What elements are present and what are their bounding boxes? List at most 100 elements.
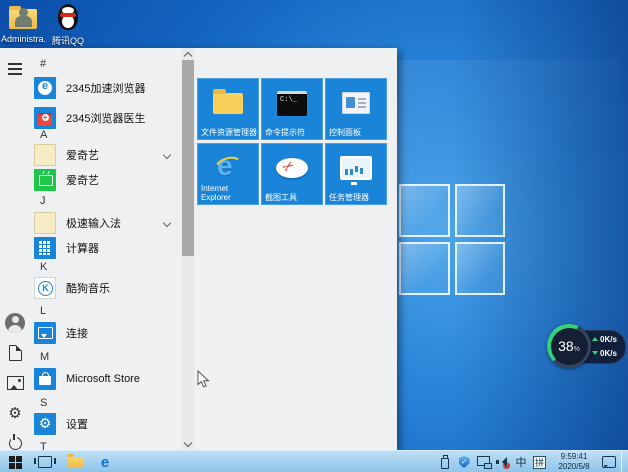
chevron-down-icon[interactable]	[163, 151, 171, 159]
ime-mode-indicator[interactable]: 中	[514, 454, 528, 470]
app-item-iqiyi[interactable]: 爱奇艺	[30, 167, 180, 193]
section-letter: J	[40, 195, 46, 207]
kugou-music-icon	[34, 277, 56, 299]
app-item-label: 2345加速浏览器	[66, 80, 145, 96]
command-prompt-icon	[261, 86, 323, 120]
gear-icon: ⚙	[8, 406, 21, 421]
section-header[interactable]: K	[30, 260, 188, 274]
user-avatar-icon	[5, 313, 25, 333]
section-header[interactable]: J	[30, 194, 188, 208]
chevron-down-icon[interactable]	[163, 219, 171, 227]
taskbar-clock[interactable]: 9:59:41 2020/5/8	[551, 452, 597, 472]
tile-internet-explorer[interactable]: e Internet Explorer	[197, 143, 259, 205]
speed-monitor-widget[interactable]: 0K/s 0K/s 38 %	[546, 323, 626, 369]
windows-logo-pane	[399, 184, 450, 237]
scroll-down-button[interactable]	[182, 438, 194, 450]
app-item-label: 极速输入法	[66, 215, 121, 231]
task-view-button[interactable]	[30, 451, 60, 472]
desktop-icon-qq[interactable]: 腾讯QQ	[46, 4, 90, 47]
tile-label: 文件资源管理器	[201, 128, 257, 137]
chevron-up-icon	[184, 51, 192, 59]
tile-task-manager[interactable]: 任务管理器	[325, 143, 387, 205]
pictures-button[interactable]	[0, 370, 30, 396]
windows-logo-pane	[399, 242, 450, 295]
tile-control-panel[interactable]: 控制面板	[325, 78, 387, 140]
taskbar: e × 中 拼 9:59:41 2020/5/8	[0, 450, 628, 472]
download-speed-row: 0K/s	[592, 348, 622, 358]
2345-browser-icon	[34, 77, 56, 99]
speaker-muted-icon: ×	[496, 456, 508, 468]
download-arrow-icon	[592, 351, 598, 358]
microsoft-store-icon	[34, 368, 56, 390]
control-panel-icon	[325, 86, 387, 120]
clock-time: 9:59:41	[551, 452, 597, 462]
folder-icon	[67, 457, 83, 468]
section-letter: M	[40, 351, 49, 363]
app-item-label: 连接	[66, 325, 88, 341]
app-group-jisu-ime[interactable]: 极速输入法	[30, 210, 180, 236]
scrollbar-thumb[interactable]	[182, 60, 194, 256]
internet-explorer-taskbar-button[interactable]: e	[90, 451, 120, 472]
desktop-icon-administrator[interactable]: Administra...	[1, 4, 45, 44]
section-header[interactable]: A	[30, 128, 188, 142]
app-item-microsoft-store[interactable]: Microsoft Store	[30, 366, 180, 392]
security-tray-icon[interactable]	[457, 454, 471, 470]
tile-command-prompt[interactable]: 命令提示符	[261, 78, 323, 140]
ie-e-icon: e	[101, 455, 109, 470]
internet-explorer-icon: e	[197, 151, 259, 185]
app-item-label: 2345浏览器医生	[66, 110, 145, 126]
connect-icon	[34, 322, 56, 344]
app-list-scrollbar[interactable]	[182, 48, 194, 450]
app-item-settings[interactable]: 设置	[30, 411, 180, 437]
settings-button[interactable]: ⚙	[0, 400, 30, 426]
ime-layout-label: 拼	[535, 456, 544, 469]
upload-speed-value: 0K/s	[600, 335, 617, 344]
file-explorer-taskbar-button[interactable]	[60, 451, 90, 472]
documents-button[interactable]	[0, 340, 30, 366]
ime-layout-indicator[interactable]: 拼	[533, 456, 546, 469]
app-group-iqiyi[interactable]: 爱奇艺	[30, 142, 180, 168]
desktop-icon-label: Administra...	[1, 34, 45, 44]
snipping-tool-icon	[261, 151, 323, 185]
tile-label: 命令提示符	[265, 128, 321, 137]
calculator-icon	[34, 237, 56, 259]
network-tray-icon[interactable]	[476, 454, 490, 470]
task-manager-icon	[325, 151, 387, 185]
app-item-calculator[interactable]: 计算器	[30, 235, 180, 261]
desktop-icon-label: 腾讯QQ	[46, 34, 90, 47]
section-header[interactable]: L	[30, 304, 188, 318]
section-header[interactable]: #	[30, 57, 188, 71]
upload-speed-row: 0K/s	[592, 334, 622, 344]
app-item-label: 设置	[66, 416, 88, 432]
download-speed-value: 0K/s	[600, 349, 617, 358]
expand-menu-button[interactable]	[0, 56, 30, 82]
settings-app-icon	[34, 413, 56, 435]
section-letter: L	[40, 305, 46, 317]
section-letter: A	[40, 129, 47, 141]
section-header[interactable]: S	[30, 396, 188, 410]
volume-tray-icon[interactable]: ×	[495, 454, 509, 470]
user-account-button[interactable]	[0, 310, 30, 336]
action-center-button[interactable]	[602, 454, 616, 470]
scroll-up-button[interactable]	[182, 48, 194, 60]
tile-label: 任务管理器	[329, 193, 385, 202]
section-header[interactable]: M	[30, 350, 188, 364]
app-item-kugou[interactable]: 酷狗音乐	[30, 275, 180, 301]
usb-device-tray-icon[interactable]	[438, 454, 452, 470]
action-center-icon	[602, 456, 616, 468]
upload-arrow-icon	[592, 334, 598, 341]
app-item-2345-browser[interactable]: 2345加速浏览器	[30, 75, 180, 101]
pictures-icon	[7, 376, 24, 390]
start-button[interactable]	[0, 451, 30, 472]
memory-percent-value: 38	[558, 328, 574, 365]
app-item-connect[interactable]: 连接	[30, 320, 180, 346]
show-desktop-button[interactable]	[621, 451, 626, 472]
windows-flag-icon	[9, 456, 15, 462]
system-tray: × 中 拼 9:59:41 2020/5/8	[438, 451, 626, 472]
memory-usage-ring[interactable]: 38 %	[547, 324, 591, 368]
file-explorer-icon	[197, 86, 259, 120]
network-icon	[477, 456, 490, 466]
tile-snipping-tool[interactable]: 截图工具	[261, 143, 323, 205]
tile-file-explorer[interactable]: 文件资源管理器	[197, 78, 259, 140]
iqiyi-icon	[34, 169, 56, 191]
